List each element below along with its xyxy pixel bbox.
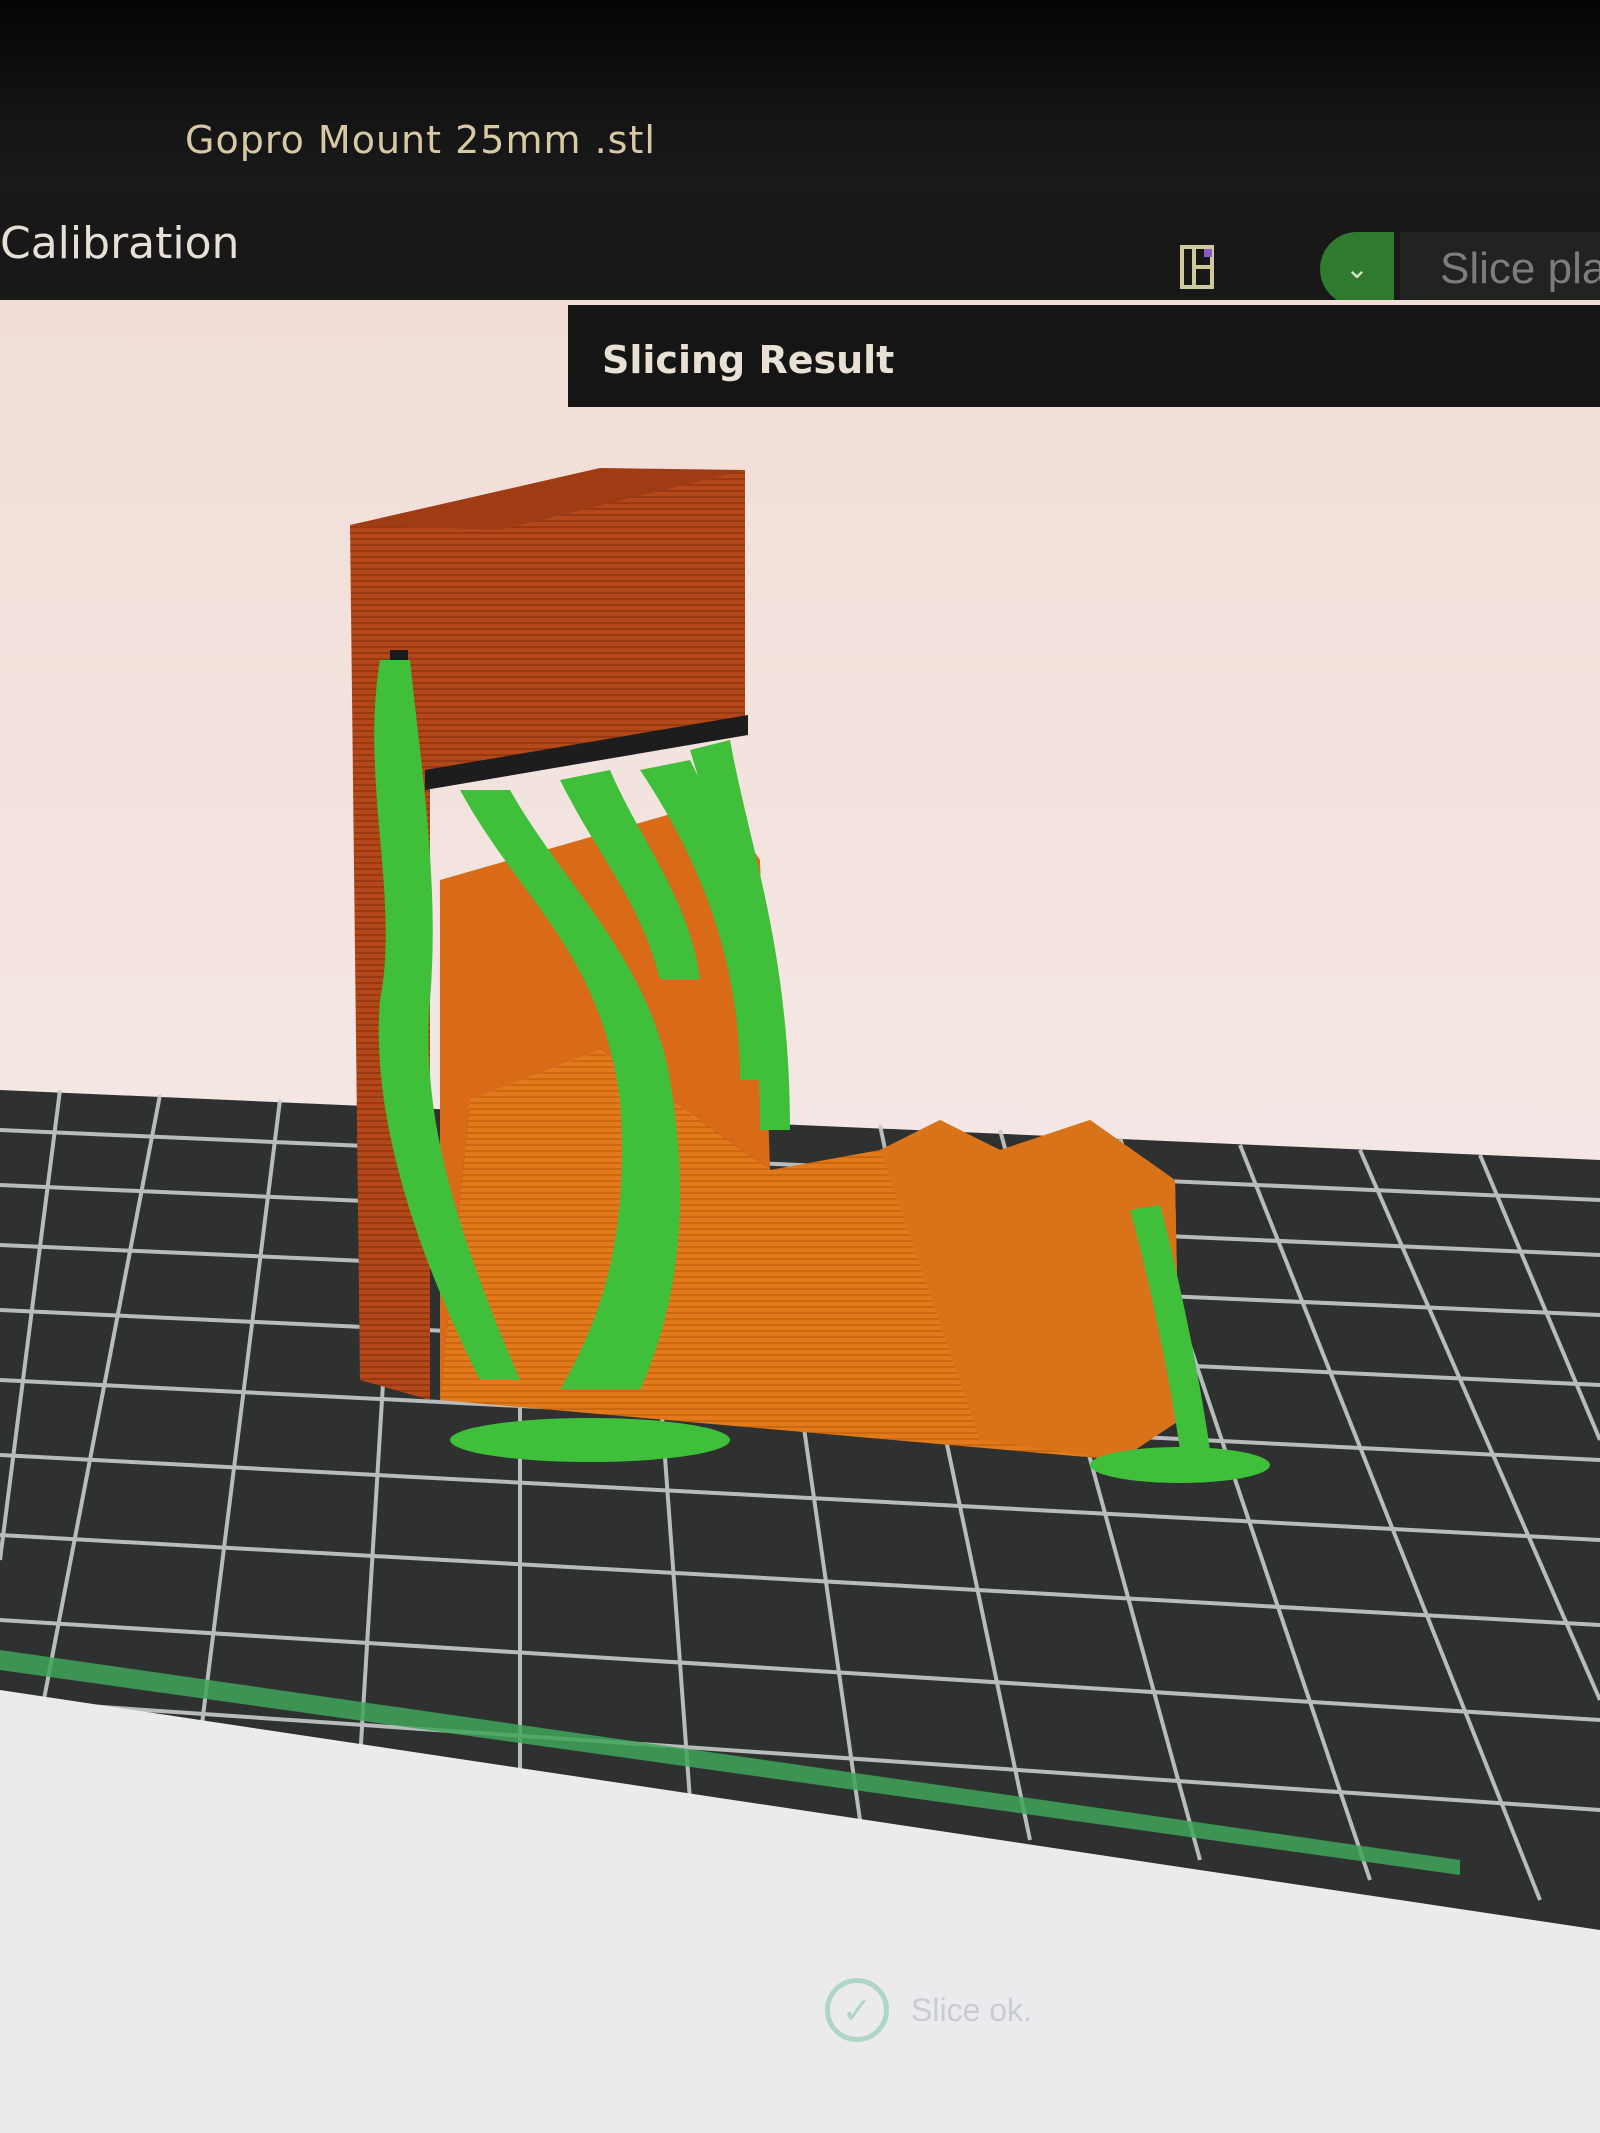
layout-icon[interactable]: [1180, 245, 1216, 289]
check-circle-icon: ✓: [825, 1978, 889, 2042]
scene-canvas[interactable]: [0, 300, 1600, 2133]
slice-controls: ⌄ Slice pla: [1320, 232, 1600, 306]
title-bar: Gopro Mount 25mm .stl: [0, 0, 1600, 190]
file-title: Gopro Mount 25mm .stl: [185, 118, 656, 162]
status-text: Slice ok.: [911, 1991, 1032, 2028]
tab-calibration[interactable]: Calibration: [0, 218, 239, 269]
slice-plate-button[interactable]: Slice pla: [1400, 232, 1600, 306]
status-slice-ok: ✓ Slice ok.: [825, 1975, 1032, 2045]
chevron-down-icon[interactable]: ⌄: [1320, 232, 1394, 306]
